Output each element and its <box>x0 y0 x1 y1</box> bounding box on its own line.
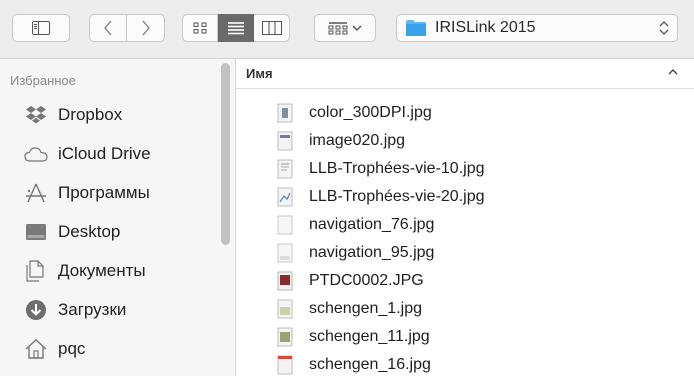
file-row[interactable]: schengen_1.jpg <box>236 295 694 323</box>
file-row[interactable]: image020.jpg <box>236 127 694 155</box>
toolbar: IRISLink 2015 <box>0 0 694 59</box>
file-row[interactable]: schengen_11.jpg <box>236 323 694 351</box>
file-row[interactable]: color_300DPI.jpg <box>236 99 694 127</box>
arrange-button[interactable] <box>314 14 376 42</box>
file-name: schengen_1.jpg <box>309 300 422 317</box>
sidebar-item-label: iCloud Drive <box>58 144 151 163</box>
image-file-icon <box>277 355 293 375</box>
file-name: navigation_95.jpg <box>309 244 435 261</box>
image-file-icon <box>277 215 293 235</box>
path-label: IRISLink 2015 <box>435 19 536 36</box>
sidebar-item-label: Desktop <box>58 222 121 241</box>
icon-view-button[interactable] <box>182 14 218 42</box>
dropbox-icon <box>24 103 48 127</box>
sidebar-item-label: Dropbox <box>58 105 123 124</box>
updown-chevron-icon <box>659 21 669 35</box>
image-file-icon <box>277 243 293 263</box>
column-view-icon <box>261 21 282 35</box>
group-icon <box>328 22 348 35</box>
chevron-left-icon <box>104 20 112 36</box>
image-file-icon <box>277 271 293 291</box>
list-view-button[interactable] <box>218 14 254 42</box>
file-name: color_300DPI.jpg <box>309 104 432 121</box>
file-row[interactable]: LLB-Trophées-vie-10.jpg <box>236 155 694 183</box>
file-name: schengen_11.jpg <box>309 328 430 345</box>
forward-button[interactable] <box>127 14 165 42</box>
file-name: LLB-Trophées-vie-10.jpg <box>309 160 485 177</box>
image-file-icon <box>277 327 293 347</box>
sidebar-item-label: Программы <box>58 183 150 202</box>
cloud-icon <box>24 142 48 166</box>
file-name: PTDC0002.JPG <box>309 272 424 289</box>
sidebar-item-icloud-drive[interactable]: iCloud Drive <box>0 136 220 172</box>
downloads-icon <box>24 298 48 322</box>
chevron-down-icon <box>352 25 362 31</box>
chevron-up-icon <box>668 69 678 75</box>
sidebar-item-label: pqc <box>58 339 86 358</box>
file-name: image020.jpg <box>309 132 406 149</box>
file-list: Имя color_300DPI.jpg image020.jpg LLB-Tr… <box>236 59 694 376</box>
applications-icon <box>24 181 48 205</box>
image-file-icon <box>277 131 293 151</box>
sidebar-scrollbar[interactable] <box>217 59 231 376</box>
file-row[interactable]: schengen_16.jpg <box>236 351 694 379</box>
image-file-icon <box>277 299 293 319</box>
sidebar-item-applications[interactable]: Программы <box>0 175 220 211</box>
home-icon <box>24 337 48 361</box>
documents-icon <box>24 259 48 283</box>
sidebar-item-label: Загрузки <box>58 300 127 319</box>
image-file-icon <box>277 159 293 179</box>
file-name: LLB-Trophées-vie-20.jpg <box>309 188 485 205</box>
back-button[interactable] <box>89 14 127 42</box>
file-name: schengen_16.jpg <box>309 356 431 373</box>
sidebar-scroll-thumb[interactable] <box>221 63 230 245</box>
desktop-icon <box>24 220 48 244</box>
navigation-buttons <box>89 14 165 42</box>
path-popup[interactable]: IRISLink 2015 <box>396 14 678 42</box>
chevron-right-icon <box>141 20 150 36</box>
file-row[interactable]: PTDC0002.JPG <box>236 267 694 295</box>
sidebar-icon <box>32 21 50 35</box>
list-view-icon <box>227 22 244 35</box>
sidebar-item-home[interactable]: pqc <box>0 331 220 367</box>
sidebar: Избранное Dropbox iCloud Drive Программы… <box>0 59 236 376</box>
icon-view-icon <box>193 22 207 34</box>
file-row[interactable]: LLB-Trophées-vie-20.jpg <box>236 183 694 211</box>
file-row[interactable]: navigation_95.jpg <box>236 239 694 267</box>
sidebar-item-documents[interactable]: Документы <box>0 253 220 289</box>
sidebar-item-label: Документы <box>58 261 146 280</box>
column-view-button[interactable] <box>254 14 290 42</box>
sidebar-item-downloads[interactable]: Загрузки <box>0 292 220 328</box>
sidebar-item-dropbox[interactable]: Dropbox <box>0 97 220 133</box>
sidebar-item-desktop[interactable]: Desktop <box>0 214 220 250</box>
image-file-icon <box>277 103 293 123</box>
view-mode-buttons <box>182 14 290 42</box>
image-file-icon <box>277 187 293 207</box>
sidebar-section-title: Избранное <box>10 73 76 88</box>
folder-icon <box>406 20 426 36</box>
column-header-label: Имя <box>246 66 273 81</box>
file-name: navigation_76.jpg <box>309 216 435 233</box>
sidebar-toggle-button[interactable] <box>12 14 70 42</box>
file-row[interactable]: navigation_76.jpg <box>236 211 694 239</box>
column-header-name[interactable]: Имя <box>236 59 694 89</box>
